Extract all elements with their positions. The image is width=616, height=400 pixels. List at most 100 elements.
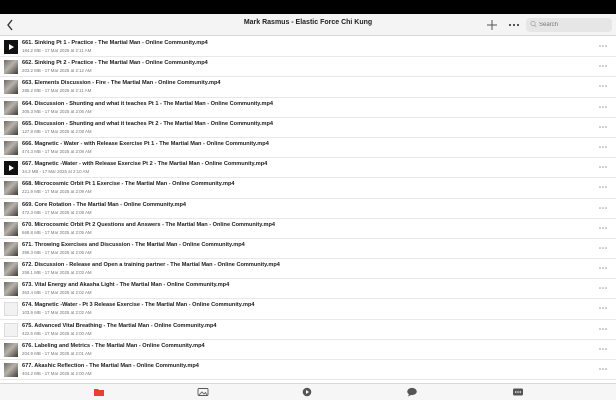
list-item[interactable]: 677. Akashic Reflection - The Martial Ma…	[0, 360, 616, 381]
chat-bubble-icon[interactable]	[406, 387, 418, 397]
file-meta: 404.2 MB - 17 Mar 2025 at 2:00 AM	[22, 371, 92, 376]
photo-icon[interactable]	[197, 387, 209, 397]
file-name: 676. Labeling and Metrics - The Martial …	[22, 342, 205, 349]
file-meta: 422.6 MB - 17 Mar 2025 at 2:00 AM	[22, 330, 92, 336]
video-thumbnail	[4, 100, 18, 115]
list-item[interactable]: 670. Microcosmic Orbit Pt 2 Questions an…	[0, 219, 616, 239]
file-list: 661. Sinking Pt 1 - Practice - The Marti…	[0, 37, 616, 383]
file-name: 677. Akashic Reflection - The Martial Ma…	[22, 363, 199, 369]
tab-bar	[0, 383, 616, 400]
ellipsis-icon[interactable]	[598, 103, 608, 113]
video-thumbnail	[4, 322, 18, 337]
search-icon	[530, 19, 537, 32]
video-thumbnail	[4, 363, 18, 377]
ellipsis-icon[interactable]	[598, 82, 608, 92]
ellipsis-icon[interactable]	[598, 183, 608, 193]
video-thumbnail	[4, 221, 18, 236]
file-name: 672. Discussion - Release and Open a tra…	[22, 262, 280, 269]
video-thumbnail	[4, 60, 18, 75]
file-meta: 258.1 MB - 17 Mar 2025 at 2:03 AM	[22, 270, 92, 276]
ellipsis-icon[interactable]	[598, 42, 608, 52]
file-name: 663. Elements Discussion - Fire - The Ma…	[22, 80, 221, 87]
file-name: 668. Microcosmic Orbit Pt 1 Exercise - T…	[22, 181, 235, 188]
file-meta: 34.3 MB - 17 Mar 2025 at 2:10 AM	[22, 169, 90, 175]
file-name: 673. Vital Energy and Akasha Light - The…	[22, 282, 230, 289]
ellipsis-icon[interactable]	[598, 62, 608, 72]
file-meta: 184.2 MB - 17 Mar 2025 at 2:11 AM	[22, 48, 92, 53]
file-meta: 103.9 MB - 17 Mar 2025 at 2:02 AM	[22, 310, 92, 316]
file-meta: 668.8 MB - 17 Mar 2025 at 2:05 AM	[22, 229, 92, 235]
video-thumbnail	[4, 262, 18, 277]
file-meta: 203.2 MB - 17 Mar 2025 at 2:12 AM	[22, 68, 92, 74]
ellipsis-icon[interactable]	[507, 17, 521, 33]
video-thumbnail	[4, 342, 18, 357]
play-circle-icon[interactable]	[301, 387, 313, 397]
list-item[interactable]: 663. Elements Discussion - Fire - The Ma…	[0, 77, 616, 98]
ellipsis-icon[interactable]	[598, 325, 608, 335]
list-item[interactable]: 669. Core Rotation - The Martial Man - O…	[0, 199, 616, 219]
video-thumbnail	[4, 140, 18, 155]
file-meta: 363.4 MB - 17 Mar 2025 at 2:02 AM	[22, 290, 92, 296]
file-meta: 221.9 MB - 17 Mar 2025 at 2:09 AM	[22, 189, 92, 195]
video-thumbnail	[4, 302, 18, 317]
video-thumbnail	[4, 201, 18, 216]
list-item[interactable]: 673. Vital Energy and Akasha Light - The…	[0, 279, 616, 300]
ellipsis-icon[interactable]	[598, 224, 608, 234]
ellipsis-icon[interactable]	[598, 123, 608, 133]
ellipsis-icon[interactable]	[598, 244, 608, 254]
list-item[interactable]: 665. Discussion - Shunting and what it t…	[0, 118, 616, 138]
list-item[interactable]: 667. Magnetic -Water - with Release Exer…	[0, 158, 616, 179]
file-meta: 474.3 MB - 17 Mar 2025 at 2:08 AM	[22, 148, 92, 154]
list-item[interactable]: 674. Magnetic -Water - Pt 3 Release Exer…	[0, 299, 616, 320]
more-box-icon[interactable]	[512, 387, 524, 397]
file-meta: 472.3 MB - 17 Mar 2025 at 2:08 AM	[22, 209, 92, 215]
file-name: 662. Sinking Pt 2 - Practice - The Marti…	[22, 60, 208, 67]
list-item[interactable]: 676. Labeling and Metrics - The Martial …	[0, 340, 616, 360]
ellipsis-icon[interactable]	[598, 143, 608, 153]
page-title: Mark Rasmus - Elastic Force Chi Kung	[243, 19, 373, 26]
ellipsis-icon[interactable]	[598, 365, 608, 375]
file-name: 667. Magnetic -Water - with Release Exer…	[22, 161, 268, 168]
file-name: 665. Discussion - Shunting and what it t…	[22, 120, 274, 127]
ellipsis-icon[interactable]	[598, 163, 608, 173]
navigation-bar: Mark Rasmus - Elastic Force Chi Kung	[0, 14, 616, 36]
list-item[interactable]: 675. Advanced Vital Breathing - The Mart…	[0, 320, 616, 340]
plus-icon[interactable]	[486, 17, 498, 33]
list-item[interactable]: 664. Discussion - Shunting and what it t…	[0, 98, 616, 118]
video-thumbnail	[4, 161, 18, 176]
video-thumbnail	[4, 241, 18, 256]
list-item[interactable]: 661. Sinking Pt 1 - Practice - The Marti…	[0, 37, 616, 58]
file-name: 670. Microcosmic Orbit Pt 2 Questions an…	[22, 221, 276, 228]
list-item[interactable]: 668. Microcosmic Orbit Pt 1 Exercise - T…	[0, 178, 616, 199]
video-thumbnail	[4, 181, 18, 196]
file-name: 671. Throwing Exercises and Discussion -…	[22, 241, 245, 248]
video-thumbnail	[4, 40, 18, 54]
ellipsis-icon[interactable]	[598, 204, 608, 214]
search-input[interactable]	[539, 19, 609, 31]
video-thumbnail	[4, 120, 18, 135]
ellipsis-icon[interactable]	[598, 345, 608, 355]
file-name: 666. Magnetic - Water - with Release Exe…	[22, 140, 269, 147]
file-name: 661. Sinking Pt 1 - Practice - The Marti…	[22, 40, 208, 46]
ellipsis-icon[interactable]	[598, 304, 608, 314]
ellipsis-icon[interactable]	[598, 264, 608, 274]
video-thumbnail	[4, 282, 18, 297]
file-meta: 305.3 MB - 17 Mar 2025 at 2:05 AM	[22, 108, 92, 114]
list-item[interactable]: 672. Discussion - Release and Open a tra…	[0, 259, 616, 280]
file-meta: 285.2 MB - 17 Mar 2025 at 2:11 AM	[22, 88, 92, 94]
list-item[interactable]: 666. Magnetic - Water - with Release Exe…	[0, 138, 616, 159]
file-name: 669. Core Rotation - The Martial Man - O…	[22, 201, 186, 208]
list-item[interactable]: 671. Throwing Exercises and Discussion -…	[0, 239, 616, 260]
file-meta: 127.8 MB - 17 Mar 2025 at 2:08 AM	[22, 128, 92, 134]
file-name: 674. Magnetic -Water - Pt 3 Release Exer…	[22, 302, 255, 309]
ellipsis-icon[interactable]	[598, 284, 608, 294]
folder-icon[interactable]	[93, 387, 105, 397]
search-field[interactable]	[526, 18, 612, 32]
status-bar	[0, 0, 616, 14]
file-name: 664. Discussion - Shunting and what it t…	[22, 100, 274, 107]
list-item[interactable]: 662. Sinking Pt 2 - Practice - The Marti…	[0, 57, 616, 78]
file-meta: 399.3 MB - 17 Mar 2025 at 2:05 AM	[22, 249, 92, 255]
file-meta: 204.9 MB - 17 Mar 2025 at 2:01 AM	[22, 350, 92, 356]
file-name: 675. Advanced Vital Breathing - The Mart…	[22, 322, 217, 329]
video-thumbnail	[4, 80, 18, 95]
